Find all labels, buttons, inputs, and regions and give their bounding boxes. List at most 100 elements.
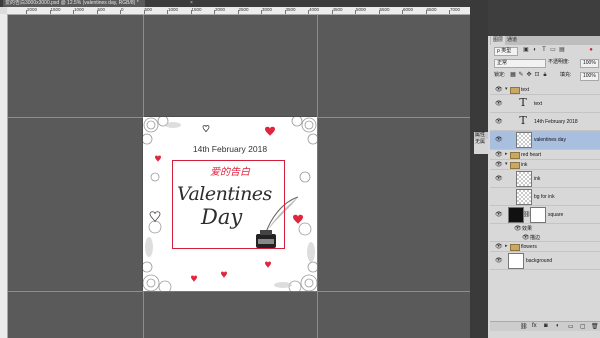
chevron-right-icon[interactable]: ▸ — [505, 243, 508, 249]
layer-row-selected[interactable]: 👁︎ valentines day — [490, 131, 600, 150]
layer-row[interactable]: 👁︎ ▾ text — [490, 85, 600, 95]
eye-icon[interactable]: 👁︎ — [495, 136, 503, 143]
ruler-tick-mark — [190, 10, 192, 14]
fill-input[interactable]: 100% — [580, 72, 599, 81]
lock-image-icon[interactable]: ✎ — [518, 72, 524, 78]
ruler-tick-mark — [96, 10, 98, 14]
layers-panel-footer: ⛓︎ fx ◙ ◐ ▭ ▢ 🗑︎ — [490, 321, 600, 331]
layer-thumbnail — [516, 189, 532, 205]
lock-row: 锁定: ▦ ✎ ✥ ⊡ 🔒︎ 填充: 100% — [490, 71, 599, 81]
folder-icon — [510, 244, 520, 251]
type-filter-icon[interactable]: T — [541, 47, 547, 53]
layer-row[interactable]: 👁︎ T 14th February 2018 — [490, 113, 600, 131]
blend-mode-select[interactable]: 正常 — [494, 59, 546, 68]
opacity-input[interactable]: 100% — [580, 59, 599, 68]
eye-icon[interactable]: 👁︎ — [495, 161, 503, 168]
ruler-tick-mark — [378, 10, 380, 14]
smart-object-filter-icon[interactable]: ▤ — [559, 47, 565, 53]
new-group-icon[interactable]: ▭ — [568, 323, 574, 330]
pixel-filter-icon[interactable]: ▣ — [523, 47, 529, 53]
chinese-title: 爱的告白 — [210, 167, 250, 178]
shape-filter-icon[interactable]: ▭ — [550, 47, 556, 53]
ruler-tick-mark — [261, 10, 262, 14]
day-text: Day — [201, 205, 243, 229]
layer-name: flowers — [521, 244, 537, 250]
ruler-tick-label: 1500 — [191, 7, 202, 12]
kind-filter-select[interactable]: ρ 类型 — [494, 47, 518, 56]
adjustment-layer-icon[interactable]: ◐ — [556, 323, 560, 329]
layer-row[interactable]: 👁︎ ink — [490, 170, 600, 188]
layer-row[interactable]: 👁︎ background — [490, 252, 600, 270]
ruler-tick-label: 500 — [97, 7, 106, 12]
layer-name: 14th February 2018 — [534, 119, 578, 125]
eye-icon[interactable]: 👁︎ — [495, 118, 503, 125]
folder-icon — [510, 87, 520, 94]
layers-panel: 图层 通道 ρ 类型 ▣ ◐ T ▭ ▤ ● 正常 不透明度: 100% 锁定:… — [488, 0, 600, 338]
eye-icon[interactable]: 👁︎ — [495, 243, 503, 250]
effect-stroke-row[interactable]: 👁︎ 描边 — [490, 233, 600, 242]
lock-all-icon[interactable]: 🔒︎ — [542, 72, 548, 78]
guide-horizontal[interactable] — [8, 291, 470, 292]
new-layer-icon[interactable]: ▢ — [580, 323, 586, 330]
ruler-tick-label: 5500 — [379, 7, 390, 12]
tab-channels[interactable]: 通道 — [505, 36, 519, 45]
lock-artboard-icon[interactable]: ⊡ — [534, 72, 540, 78]
guide-vertical[interactable] — [317, 15, 318, 338]
layer-row[interactable]: 👁︎ ▸ flowers — [490, 242, 600, 252]
text-layer-icon: T — [519, 114, 527, 127]
folder-icon — [510, 162, 520, 169]
adjustment-filter-icon[interactable]: ◐ — [532, 47, 538, 53]
eye-icon[interactable]: 👁︎ — [522, 234, 530, 241]
ruler-corner — [0, 7, 7, 14]
layer-row[interactable]: 👁︎ ⛓︎ square — [490, 206, 600, 224]
trash-icon[interactable]: 🗑︎ — [591, 323, 599, 330]
ruler-tick-mark — [73, 10, 74, 14]
effect-name: 描边 — [530, 235, 541, 241]
chevron-down-icon[interactable]: ▾ — [505, 161, 508, 167]
link-icon[interactable]: ⛓︎ — [523, 212, 531, 218]
ruler-tick-mark — [284, 10, 286, 14]
layer-row[interactable]: 👁︎ ▾ ink — [490, 160, 600, 170]
effects-row[interactable]: 👁︎ 效果 — [490, 224, 600, 232]
document-tab[interactable]: 爱的告白3000x3000.psd @ 12.5% (valentines da… — [3, 0, 145, 7]
eye-icon[interactable]: 👁︎ — [495, 151, 503, 158]
tab-layers[interactable]: 图层 — [491, 36, 506, 45]
layer-row[interactable]: 👁︎ ▸ red heart — [490, 150, 600, 160]
opacity-label: 不透明度: — [548, 59, 570, 65]
ruler-tick-mark — [49, 10, 51, 14]
vertical-ruler[interactable] — [0, 14, 8, 338]
fx-icon[interactable]: fx — [532, 323, 537, 329]
artboard[interactable]: 14th February 2018 爱的告白 Valentines Day — [143, 117, 317, 291]
eye-icon[interactable]: 👁︎ — [514, 225, 522, 232]
layer-row[interactable]: 👁︎ T text — [490, 95, 600, 113]
ruler-tick-label: 2000 — [215, 7, 226, 12]
close-tab-icon[interactable]: × — [190, 0, 193, 7]
panel-header-area — [488, 0, 600, 36]
ruler-tick-label: 1000 — [168, 7, 179, 12]
horizontal-ruler[interactable]: 2000 1500 1000 500 0 500 1000 1500 2000 2500 3000 3… — [7, 7, 470, 15]
chevron-down-icon[interactable]: ▾ — [505, 86, 508, 92]
eye-icon[interactable]: 👁︎ — [495, 100, 503, 107]
ruler-tick-mark — [308, 10, 309, 14]
eye-icon[interactable]: 👁︎ — [495, 211, 503, 218]
add-mask-icon[interactable]: ◙ — [544, 323, 548, 329]
document-tab-bar: 爱的告白3000x3000.psd @ 12.5% (valentines da… — [0, 0, 470, 7]
link-layers-icon[interactable]: ⛓︎ — [520, 323, 528, 330]
ruler-tick-label: 6500 — [426, 7, 437, 12]
lock-transparent-icon[interactable]: ▦ — [510, 72, 516, 78]
filter-toggle-icon[interactable]: ● — [588, 47, 594, 53]
eye-icon[interactable]: 👁︎ — [495, 257, 503, 264]
panel-tabs: 图层 通道 — [490, 36, 600, 45]
ruler-tick-mark — [167, 10, 168, 14]
ruler-tick-mark — [425, 10, 427, 14]
ruler-tick-label: 6000 — [403, 7, 414, 12]
shape-thumbnail — [508, 207, 524, 223]
eye-icon[interactable]: 👁︎ — [495, 86, 503, 93]
chevron-right-icon[interactable]: ▸ — [505, 151, 508, 157]
eye-icon[interactable]: 👁︎ — [495, 175, 503, 182]
layer-name: ink — [534, 176, 541, 182]
panel-dock-strip — [470, 0, 488, 338]
date-text: 14th February 2018 — [192, 144, 268, 154]
layer-row[interactable]: bg for ink — [490, 188, 600, 206]
lock-position-icon[interactable]: ✥ — [526, 72, 532, 78]
